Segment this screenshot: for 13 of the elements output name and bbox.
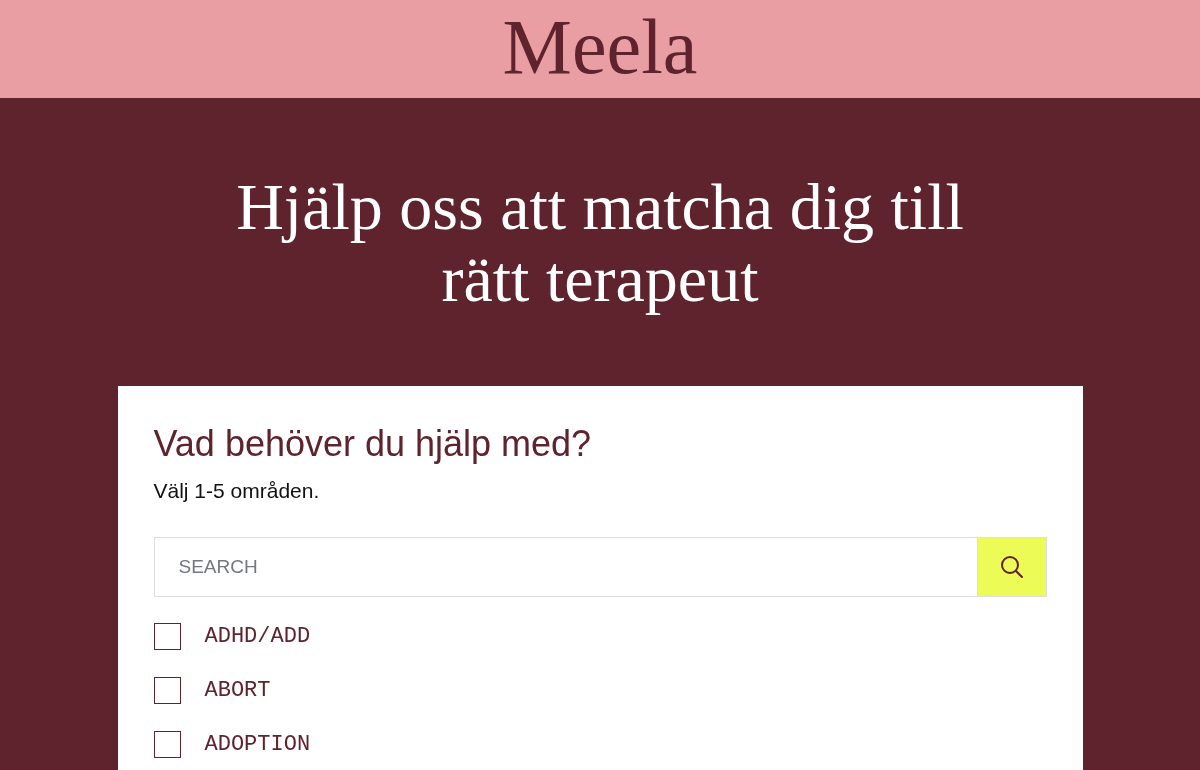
- hero-heading: Hjälp oss att matcha dig till rätt terapeut: [235, 171, 965, 315]
- option-label: ADHD/ADD: [204, 623, 311, 650]
- search-button[interactable]: [976, 537, 1047, 597]
- option-label: ADOPTION: [204, 731, 311, 758]
- checkbox[interactable]: [153, 731, 181, 758]
- form-subtitle: Välj 1-5 områden.: [153, 478, 321, 504]
- logo[interactable]: Meela: [502, 8, 698, 90]
- search-icon: [999, 555, 1024, 579]
- search-field[interactable]: SEARCH: [153, 537, 977, 597]
- option-label: ABORT: [204, 677, 271, 704]
- form-title: Vad behöver du hjälp med?: [153, 422, 593, 465]
- checkbox[interactable]: [153, 677, 181, 704]
- checkbox[interactable]: [153, 623, 181, 650]
